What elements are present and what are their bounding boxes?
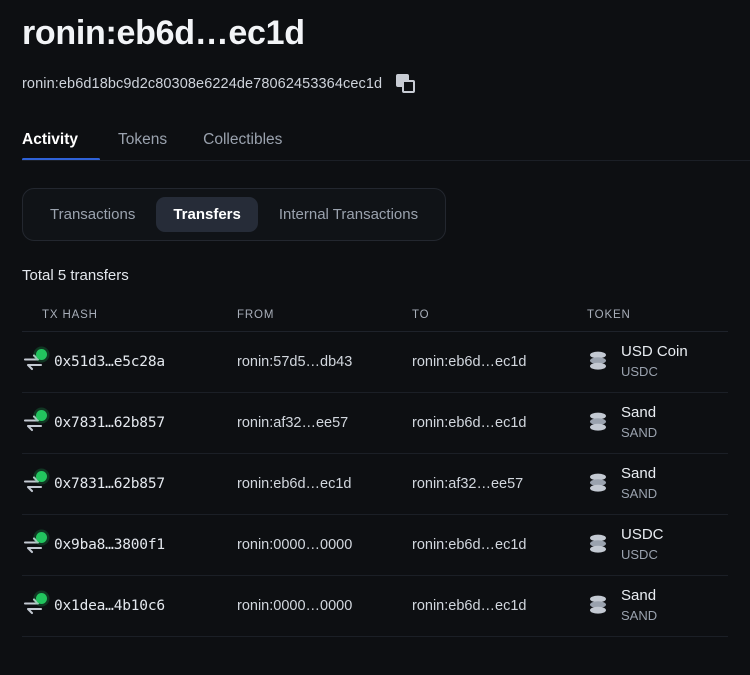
token-text-block: Sand SAND (621, 404, 657, 441)
token-text-block: USDC USDC (621, 526, 664, 563)
coin-stack-icon (587, 593, 609, 617)
segment-transfers-label: Transfers (173, 206, 241, 223)
tx-hash-link[interactable]: 0x9ba8…3800f1 (54, 537, 165, 553)
tab-tokens[interactable]: Tokens (100, 125, 185, 161)
table-row[interactable]: 0x7831…62b857 ronin:eb6d…ec1d ronin:af32… (22, 454, 728, 515)
transfer-arrows-icon (22, 596, 44, 616)
token-name: Sand (621, 465, 657, 484)
segmented-control-wrap: Transactions Transfers Internal Transact… (0, 161, 750, 241)
cell-from-address[interactable]: ronin:eb6d…ec1d (237, 476, 412, 492)
table-row[interactable]: 0x9ba8…3800f1 ronin:0000…0000 ronin:eb6d… (22, 515, 728, 576)
cell-tx-hash[interactable]: 0x9ba8…3800f1 (22, 535, 237, 555)
cell-from-address[interactable]: ronin:af32…ee57 (237, 415, 412, 431)
cell-token[interactable]: Sand SAND (587, 587, 728, 624)
primary-tabs: Activity Tokens Collectibles (0, 125, 750, 161)
segment-transfers[interactable]: Transfers (156, 197, 258, 232)
cell-to-address[interactable]: ronin:eb6d…ec1d (412, 598, 587, 614)
cell-token[interactable]: Sand SAND (587, 404, 728, 441)
transfers-table: TX HASH FROM TO TOKEN 0x51d3…e5c28a (0, 300, 750, 637)
coin-stack-icon (587, 471, 609, 495)
segment-internal-transactions[interactable]: Internal Transactions (262, 197, 435, 232)
cell-to-address[interactable]: ronin:eb6d…ec1d (412, 537, 587, 553)
cell-from-address[interactable]: ronin:0000…0000 (237, 537, 412, 553)
table-row[interactable]: 0x7831…62b857 ronin:af32…ee57 ronin:eb6d… (22, 393, 728, 454)
activity-segmented-control: Transactions Transfers Internal Transact… (22, 188, 446, 241)
cell-to-address[interactable]: ronin:eb6d…ec1d (412, 354, 587, 370)
coin-stack-icon (587, 532, 609, 556)
cell-tx-hash[interactable]: 0x7831…62b857 (22, 413, 237, 433)
page-title: ronin:eb6d…ec1d (22, 12, 728, 55)
cell-tx-hash[interactable]: 0x1dea…4b10c6 (22, 596, 237, 616)
table-row[interactable]: 0x51d3…e5c28a ronin:57d5…db43 ronin:eb6d… (22, 332, 728, 393)
token-symbol: SAND (621, 485, 657, 503)
token-symbol: SAND (621, 424, 657, 442)
coin-stack-icon (587, 410, 609, 434)
token-text-block: Sand SAND (621, 587, 657, 624)
column-header-tx-hash: TX HASH (22, 309, 237, 321)
column-header-token: TOKEN (587, 309, 728, 321)
status-dot-success (36, 532, 47, 543)
cell-tx-hash[interactable]: 0x7831…62b857 (22, 474, 237, 494)
token-name: Sand (621, 587, 657, 606)
status-dot-success (36, 593, 47, 604)
page-header: ronin:eb6d…ec1d ronin:eb6d18bc9d2c80308e… (0, 0, 750, 94)
token-symbol: USDC (621, 363, 688, 381)
transfer-arrows-icon (22, 474, 44, 494)
tab-tokens-label: Tokens (118, 131, 167, 148)
token-name: Sand (621, 404, 657, 423)
tab-collectibles[interactable]: Collectibles (185, 125, 300, 161)
cell-token[interactable]: USDC USDC (587, 526, 728, 563)
copy-icon-front-square (402, 80, 415, 93)
transfer-arrows-icon (22, 352, 44, 372)
cell-tx-hash[interactable]: 0x51d3…e5c28a (22, 352, 237, 372)
table-row[interactable]: 0x1dea…4b10c6 ronin:0000…0000 ronin:eb6d… (22, 576, 728, 637)
transfer-arrows-icon (22, 535, 44, 555)
cell-to-address[interactable]: ronin:af32…ee57 (412, 476, 587, 492)
table-body: 0x51d3…e5c28a ronin:57d5…db43 ronin:eb6d… (22, 332, 728, 637)
tx-hash-link[interactable]: 0x7831…62b857 (54, 476, 165, 492)
segment-transactions[interactable]: Transactions (33, 197, 152, 232)
token-name: USD Coin (621, 343, 688, 362)
cell-token[interactable]: Sand SAND (587, 465, 728, 502)
cell-to-address[interactable]: ronin:eb6d…ec1d (412, 415, 587, 431)
coin-stack-icon (587, 349, 609, 373)
tx-hash-link[interactable]: 0x7831…62b857 (54, 415, 165, 431)
token-text-block: Sand SAND (621, 465, 657, 502)
cell-token[interactable]: USD Coin USDC (587, 343, 728, 380)
column-header-to: TO (412, 309, 587, 321)
account-explorer-page: ronin:eb6d…ec1d ronin:eb6d18bc9d2c80308e… (0, 0, 750, 675)
status-dot-success (36, 471, 47, 482)
tab-activity[interactable]: Activity (22, 125, 100, 161)
segment-transactions-label: Transactions (50, 206, 135, 223)
cell-from-address[interactable]: ronin:0000…0000 (237, 598, 412, 614)
tab-collectibles-label: Collectibles (203, 131, 282, 148)
table-header-row: TX HASH FROM TO TOKEN (22, 300, 728, 332)
transfer-arrows-icon (22, 413, 44, 433)
total-transfers-text: Total 5 transfers (0, 267, 750, 284)
status-dot-success (36, 349, 47, 360)
segment-internal-transactions-label: Internal Transactions (279, 206, 418, 223)
tx-hash-link[interactable]: 0x1dea…4b10c6 (54, 598, 165, 614)
token-symbol: SAND (621, 607, 657, 625)
tab-activity-label: Activity (22, 131, 78, 148)
cell-from-address[interactable]: ronin:57d5…db43 (237, 354, 412, 370)
full-address: ronin:eb6d18bc9d2c80308e6224de7806245336… (22, 76, 382, 92)
status-dot-success (36, 410, 47, 421)
token-symbol: USDC (621, 546, 664, 564)
token-text-block: USD Coin USDC (621, 343, 688, 380)
tx-hash-link[interactable]: 0x51d3…e5c28a (54, 354, 165, 370)
token-name: USDC (621, 526, 664, 545)
copy-icon[interactable] (396, 74, 416, 94)
address-row: ronin:eb6d18bc9d2c80308e6224de7806245336… (22, 74, 728, 94)
column-header-from: FROM (237, 309, 412, 321)
